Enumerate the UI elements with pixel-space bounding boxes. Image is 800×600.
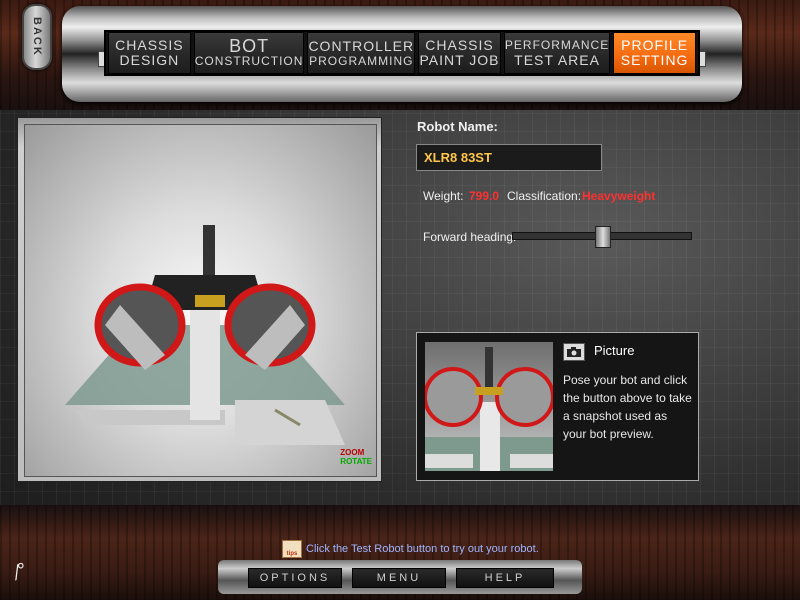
tab-chassis-paint-job[interactable]: CHASSIS PAINT JOB (418, 32, 501, 74)
tab-controller-programming[interactable]: CONTROLLER PROGRAMMING (307, 32, 416, 74)
weight-label: Weight: (423, 189, 464, 203)
robot-3d-view[interactable]: ZOOM ROTATE (24, 124, 377, 477)
slider-thumb[interactable] (595, 226, 611, 248)
camera-icon (567, 347, 581, 357)
tip-bar[interactable]: tips Click the Test Robot button to try … (282, 540, 539, 558)
tab-line1: CHASSIS (115, 37, 184, 53)
tab-line2: CONSTRUCTION (194, 53, 304, 68)
tab-line2: PAINT JOB (419, 52, 500, 68)
tab-line1: PERFORMANCE (504, 38, 610, 52)
tab-chassis-design[interactable]: CHASSIS DESIGN (108, 32, 191, 74)
picture-description: Pose your bot and click the button above… (563, 373, 692, 441)
tab-line1: CONTROLLER (308, 37, 415, 54)
options-button[interactable]: OPTIONS (248, 568, 342, 588)
rotate-hint: ROTATE (340, 457, 372, 466)
zoom-rotate-hint: ZOOM ROTATE (340, 448, 372, 466)
footer-frame: OPTIONS MENU HELP (218, 560, 582, 594)
forward-heading-slider[interactable] (512, 226, 692, 248)
tab-line1: BOT (229, 35, 270, 56)
back-button[interactable]: BACK (22, 4, 52, 70)
help-button[interactable]: HELP (456, 568, 554, 588)
robot-model (65, 225, 345, 445)
camera-snapshot-button[interactable] (563, 343, 585, 361)
main-nav: CHASSIS DESIGN BOT CONSTRUCTION CONTROLL… (104, 30, 700, 76)
weight-value: 799.0 (469, 189, 500, 203)
tip-text: Click the Test Robot button to try out y… (306, 543, 539, 555)
tab-line2: PROGRAMMING (309, 53, 414, 68)
robot-snapshot-preview (425, 342, 553, 471)
tab-line1: CHASSIS (425, 37, 494, 53)
classification-value: Heavyweight (582, 189, 656, 203)
tab-line1: PROFILE (621, 37, 689, 53)
tab-line2: TEST AREA (514, 52, 600, 68)
menu-button[interactable]: MENU (352, 568, 446, 588)
tips-icon: tips (282, 540, 302, 558)
tab-profile-setting[interactable]: PROFILE SETTING (613, 32, 696, 74)
zoom-hint: ZOOM (340, 448, 365, 457)
picture-panel: Picture Pose your bot and click the butt… (416, 332, 699, 481)
classification-label: Classification: (507, 189, 582, 203)
tab-line2: SETTING (620, 52, 689, 68)
robot-name-label: Robot Name: (417, 119, 498, 134)
forward-heading-label: Forward heading: (423, 230, 517, 244)
tab-line2: DESIGN (119, 52, 180, 68)
picture-title: Picture (594, 343, 635, 358)
robot-viewport-frame: ZOOM ROTATE (17, 117, 382, 482)
back-label: BACK (31, 17, 43, 57)
tab-bot-construction[interactable]: BOT CONSTRUCTION (193, 32, 305, 74)
tab-performance-test-area[interactable]: PERFORMANCE TEST AREA (503, 32, 611, 74)
robot-name-field[interactable]: XLR8 83ST (416, 144, 602, 171)
